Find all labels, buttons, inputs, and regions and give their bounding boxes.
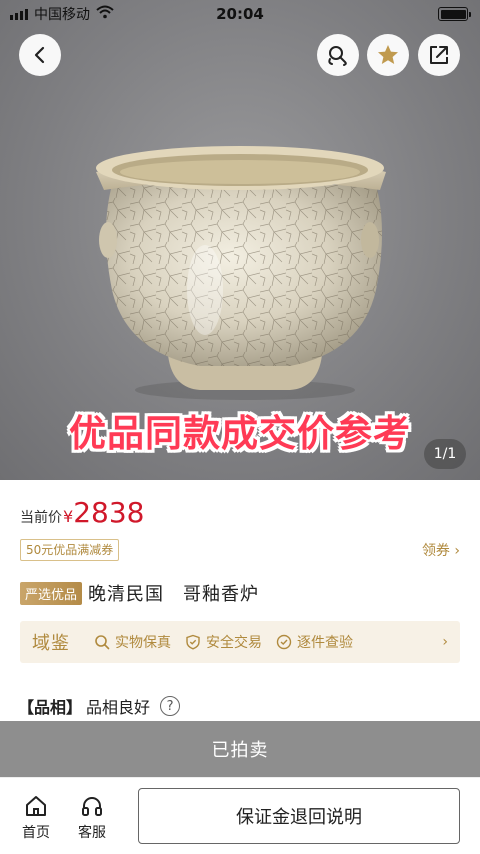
battery-icon xyxy=(438,7,471,21)
condition-label: 【品相】 xyxy=(18,698,83,717)
back-button[interactable] xyxy=(19,34,61,76)
home-icon xyxy=(26,796,46,816)
headphones-icon xyxy=(82,797,102,816)
share-button[interactable] xyxy=(418,34,460,76)
image-caption-overlay: 优品同款成交价参考 xyxy=(69,412,411,455)
price-row: 当前价 ¥ 2838 xyxy=(20,496,144,529)
customer-service-button[interactable]: 客服 xyxy=(72,794,112,842)
share-circle-icon xyxy=(328,46,347,66)
chevron-right-icon: › xyxy=(442,634,448,650)
coupon-badge: 50元优品满减券 xyxy=(20,539,120,561)
help-icon[interactable]: ? xyxy=(160,696,181,716)
home-label: 首页 xyxy=(22,825,50,841)
check-circle-icon xyxy=(276,634,292,650)
deposit-refund-button[interactable]: 保证金退回说明 xyxy=(138,788,460,844)
product-title-row: 严选优品 晚清民国 哥釉香炉 xyxy=(20,580,259,606)
product-image[interactable]: 中国移动 20:04 优品同款成交价参考 1/1 xyxy=(0,0,480,480)
share-circle-button[interactable] xyxy=(317,34,359,76)
product-title: 晚清民国 哥釉香炉 xyxy=(88,584,260,605)
price-label: 当前价 xyxy=(20,510,62,526)
bottom-action-bar: 首页 客服 保证金退回说明 xyxy=(0,777,480,854)
guarantee-item-authentic: 实物保真 xyxy=(94,632,171,652)
condition-row: 【品相】 品相良好 ? xyxy=(18,694,181,718)
home-button[interactable]: 首页 xyxy=(16,794,56,842)
status-bar: 中国移动 20:04 xyxy=(0,0,480,28)
brand-logo: 域鉴 xyxy=(32,633,70,654)
guarantee-item-secure: 安全交易 xyxy=(185,632,262,652)
shield-icon xyxy=(186,634,200,650)
guarantee-bar[interactable]: 域鉴 实物保真 安全交易 逐件查验 › xyxy=(20,621,460,663)
chevron-left-icon xyxy=(34,46,45,64)
star-icon xyxy=(378,45,398,64)
favorite-button[interactable] xyxy=(367,34,409,76)
guarantee-item-inspect: 逐件查验 xyxy=(276,632,353,652)
condition-value: 品相良好 xyxy=(86,698,151,717)
service-label: 客服 xyxy=(78,825,106,841)
image-pager: 1/1 xyxy=(424,439,466,469)
price-currency: ¥ xyxy=(63,507,74,526)
auction-status-bar: 已拍卖 xyxy=(0,721,480,777)
auction-detail-page: 中国移动 20:04 优品同款成交价参考 1/1 当前价 ¥ 2838 50元优… xyxy=(0,0,480,854)
status-time: 20:04 xyxy=(216,5,264,23)
selected-tag: 严选优品 xyxy=(20,581,83,605)
search-icon xyxy=(95,635,110,650)
get-coupon-link[interactable]: 领券 › xyxy=(422,540,460,560)
share-external-icon xyxy=(430,46,448,64)
price-value: 2838 xyxy=(73,496,145,529)
